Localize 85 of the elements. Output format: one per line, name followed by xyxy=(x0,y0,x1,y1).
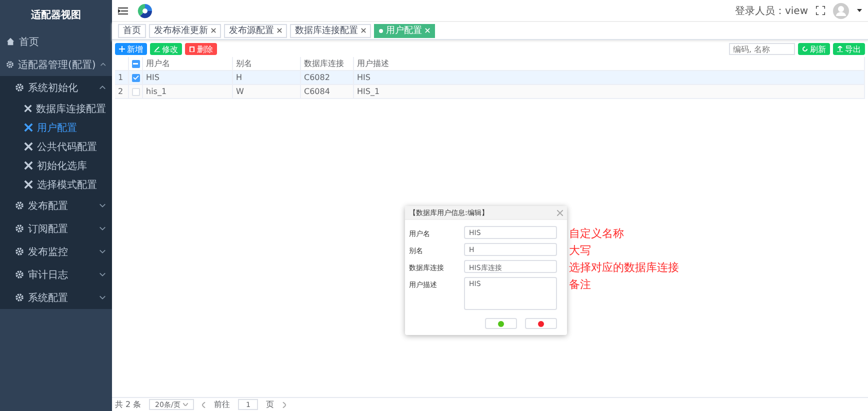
annotation-text: 选择对应的数据库连接 xyxy=(569,260,679,275)
plus-icon xyxy=(119,46,125,52)
chevron-up-icon xyxy=(99,85,106,90)
tools-icon xyxy=(24,142,33,151)
gear-icon xyxy=(15,293,24,302)
sidebar-item[interactable]: 公共代码配置 xyxy=(0,137,112,156)
cancel-button[interactable] xyxy=(525,318,557,329)
sidebar-item[interactable]: 系统初始化 xyxy=(0,76,112,99)
gear-icon xyxy=(15,270,24,279)
sidebar-item[interactable]: 订阅配置 xyxy=(0,217,112,240)
menu-fold-icon[interactable] xyxy=(118,6,128,14)
search-field[interactable]: 编码, 名称 xyxy=(729,43,795,55)
close-icon[interactable] xyxy=(211,28,216,33)
chevron-down-icon xyxy=(99,249,106,254)
tab[interactable]: 发布标准更新 xyxy=(149,24,221,38)
minus-icon xyxy=(133,62,138,64)
checkmark-icon xyxy=(132,75,138,80)
upload-icon xyxy=(837,46,843,52)
tab[interactable]: 首页 xyxy=(118,24,146,38)
annotation-text: 自定义名称 xyxy=(569,226,624,241)
edit-icon xyxy=(154,46,160,52)
table-cell: C6082 xyxy=(301,71,354,84)
row-checkbox[interactable] xyxy=(132,74,140,82)
login-user-text: 登录人员：view xyxy=(734,4,808,18)
table-cell: HIS_1 xyxy=(354,85,865,98)
fullscreen-icon[interactable] xyxy=(816,6,825,15)
tab[interactable]: 发布源配置 xyxy=(224,24,287,38)
table-cell: W xyxy=(233,85,301,98)
annotation-text: 备注 xyxy=(569,277,591,292)
close-icon[interactable] xyxy=(277,28,282,33)
table-cell: HIS xyxy=(354,71,865,84)
table-header-cell: 用户名 xyxy=(143,57,233,70)
table-cell: C6084 xyxy=(301,85,354,98)
close-icon[interactable] xyxy=(361,28,366,33)
sidebar-item[interactable]: 数据库连接配置 xyxy=(0,99,112,118)
dot-icon xyxy=(498,320,504,326)
sidebar-item[interactable]: 用户配置 xyxy=(0,118,112,137)
sidebar-item[interactable]: 适配器管理(配置) xyxy=(0,53,112,76)
total-count: 共 2 条 xyxy=(115,399,142,410)
gear-icon xyxy=(15,83,24,92)
gear-icon xyxy=(15,201,24,210)
table-cell: HIS xyxy=(143,71,233,84)
row-number: 1 xyxy=(115,71,129,84)
sidebar-item[interactable]: 发布监控 xyxy=(0,240,112,263)
sidebar-item[interactable]: 系统配置 xyxy=(0,286,112,309)
tools-icon xyxy=(24,104,32,113)
tab[interactable]: 数据库连接配置 xyxy=(290,24,371,38)
dot-icon xyxy=(538,320,544,326)
gear-icon xyxy=(15,224,24,233)
table-header-cell: 用户描述 xyxy=(354,57,865,70)
tools-icon xyxy=(24,180,33,189)
select-all-checkbox[interactable] xyxy=(132,60,140,68)
chevron-down-icon xyxy=(99,272,106,277)
page-unit: 页 xyxy=(266,399,274,410)
home-icon xyxy=(6,37,15,46)
gear-icon xyxy=(6,60,14,69)
tools-icon xyxy=(24,123,33,132)
table-header-cell: 数据库连接 xyxy=(301,57,354,70)
annotation-text: 大写 xyxy=(569,243,591,258)
chevron-up-icon xyxy=(100,62,106,67)
table-cell: H xyxy=(233,71,301,84)
refresh-icon xyxy=(802,46,808,52)
next-page-icon[interactable] xyxy=(282,402,286,408)
sidebar-title: 适配器视图 xyxy=(30,8,82,23)
sidebar-item[interactable]: 审计日志 xyxy=(0,263,112,286)
chevron-down-icon xyxy=(99,226,106,231)
confirm-button[interactable] xyxy=(485,318,517,329)
table-cell: his_1 xyxy=(143,85,233,98)
gear-icon xyxy=(15,247,24,256)
chevron-down-icon xyxy=(183,403,188,406)
sidebar-item[interactable]: 选择模式配置 xyxy=(0,175,112,194)
prev-page-icon[interactable] xyxy=(202,402,206,408)
caret-icon[interactable] xyxy=(857,9,862,12)
row-number: 2 xyxy=(115,85,129,98)
avatar-icon[interactable] xyxy=(833,2,849,18)
sidebar-item[interactable]: 初始化选库 xyxy=(0,156,112,175)
trash-icon xyxy=(189,46,195,52)
logo-icon xyxy=(136,2,154,20)
table-header-cell: 别名 xyxy=(233,57,301,70)
goto-label: 前往 xyxy=(214,399,230,410)
chevron-down-icon xyxy=(99,295,106,300)
sidebar-item[interactable]: 首页 xyxy=(0,30,112,53)
sidebar-item[interactable]: 发布配置 xyxy=(0,194,112,217)
tools-icon xyxy=(24,161,33,170)
chevron-down-icon xyxy=(99,203,106,208)
